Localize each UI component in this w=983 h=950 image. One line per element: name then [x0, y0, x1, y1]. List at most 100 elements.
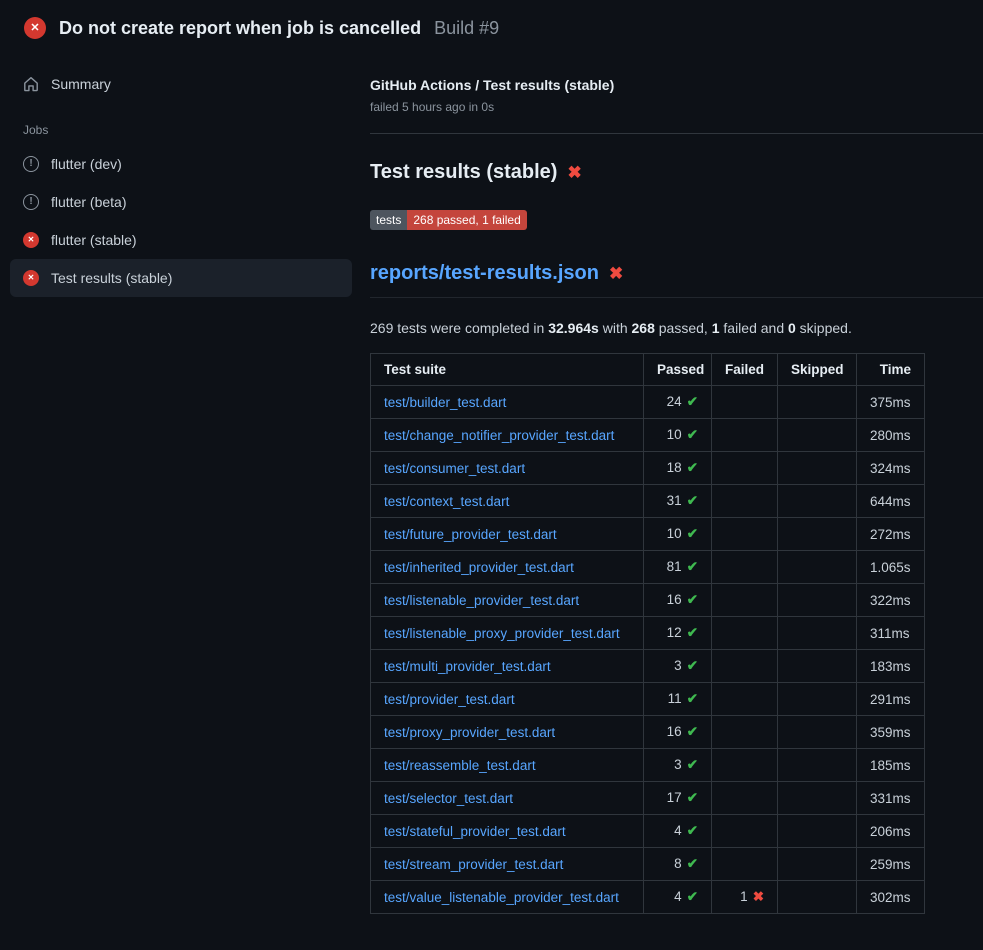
passed-cell: 3✔ — [644, 749, 712, 782]
failed-cell — [712, 485, 778, 518]
passed-cell: 18✔ — [644, 452, 712, 485]
test-suite-link[interactable]: test/multi_provider_test.dart — [384, 659, 551, 674]
skipped-cell — [778, 848, 857, 881]
test-suite-link[interactable]: test/listenable_provider_test.dart — [384, 593, 579, 608]
x-icon: ✖ — [753, 889, 764, 904]
suite-cell: test/listenable_proxy_provider_test.dart — [371, 617, 644, 650]
test-suite-link[interactable]: test/listenable_proxy_provider_test.dart — [384, 626, 620, 641]
results-table-head: Test suitePassedFailedSkippedTime — [371, 354, 925, 386]
table-row: test/multi_provider_test.dart3✔183ms — [371, 650, 925, 683]
table-row: test/change_notifier_provider_test.dart 1… — [371, 419, 925, 452]
main-content: GitHub Actions / Test results (stable) f… — [370, 51, 983, 914]
suite-cell: test/listenable_provider_test.dart — [371, 584, 644, 617]
time-cell: 185ms — [857, 749, 925, 782]
time-cell: 259ms — [857, 848, 925, 881]
x-circle-icon: ✕ — [23, 270, 39, 286]
time-cell: 311ms — [857, 617, 925, 650]
run-failed-status-icon: ✕ — [24, 17, 46, 39]
table-row: test/context_test.dart31✔644ms — [371, 485, 925, 518]
sidebar-job-test-results-stable[interactable]: ✕Test results (stable) — [10, 259, 352, 297]
passed-count: 4 — [674, 823, 682, 838]
sidebar-item-summary[interactable]: Summary — [10, 65, 352, 103]
table-row: test/provider_test.dart11✔291ms — [371, 683, 925, 716]
test-suite-link[interactable]: test/context_test.dart — [384, 494, 509, 509]
table-row: test/future_provider_test.dart10✔272ms — [371, 518, 925, 551]
table-row: test/stateful_provider_test.dart 4 ✔ 206ms — [371, 815, 925, 848]
test-suite-link[interactable]: test/inherited_provider_test.dart — [384, 560, 574, 575]
test-suite-link[interactable]: test/builder_test.dart — [384, 395, 506, 410]
test-suite-link[interactable]: test/stream_provider_test.dart — [384, 857, 563, 872]
test-suite-link[interactable]: test/stateful_provider_test.dart — [384, 824, 566, 839]
time-cell: 1.065s — [857, 551, 925, 584]
report-file-link[interactable]: reports/test-results.json — [370, 262, 599, 285]
skipped-cell — [778, 650, 857, 683]
failed-cell — [712, 815, 778, 848]
passed-cell: 81✔ — [644, 551, 712, 584]
section-title: Test results (stable) — [370, 161, 557, 184]
passed-count: 10 — [667, 427, 682, 442]
tests-badge-value: 268 passed, 1 failed — [407, 210, 526, 230]
check-icon: ✔ — [687, 856, 698, 871]
test-suite-link[interactable]: test/reassemble_test.dart — [384, 758, 536, 773]
passed-cell: 16✔ — [644, 584, 712, 617]
test-suite-link[interactable]: test/value_listenable_provider_test.dart — [384, 890, 619, 905]
tests-badge: tests 268 passed, 1 failed — [370, 210, 527, 230]
suite-cell: test/selector_test.dart — [371, 782, 644, 815]
results-table: Test suitePassedFailedSkippedTime test/b… — [370, 353, 925, 914]
check-icon: ✔ — [687, 493, 698, 508]
check-icon: ✔ — [687, 823, 698, 838]
failed-cell — [712, 749, 778, 782]
sidebar: Summary Jobs ! flutter (dev) !flutter (bet… — [0, 51, 370, 297]
check-icon: ✔ — [687, 757, 698, 772]
passed-count: 8 — [674, 856, 682, 871]
time-cell: 302ms — [857, 881, 925, 914]
job-label: flutter (dev) — [51, 156, 122, 172]
suite-cell: test/stateful_provider_test.dart — [371, 815, 644, 848]
tests-badge-label: tests — [370, 210, 407, 230]
passed-count: 3 — [674, 658, 682, 673]
suite-cell: test/inherited_provider_test.dart — [371, 551, 644, 584]
summary-segment: 269 tests were completed in — [370, 320, 548, 336]
time-cell: 375ms — [857, 386, 925, 419]
sidebar-job-flutter-dev[interactable]: ! flutter (dev) — [10, 145, 352, 183]
test-suite-link[interactable]: test/consumer_test.dart — [384, 461, 525, 476]
table-row: test/builder_test.dart24✔375ms — [371, 386, 925, 419]
skipped-cell — [778, 617, 857, 650]
summary-segment: 1 — [712, 320, 720, 336]
run-title: Do not create report when job is cancell… — [59, 18, 421, 39]
failed-cell — [712, 551, 778, 584]
jobs-section-label: Jobs — [10, 103, 352, 145]
test-suite-link[interactable]: test/future_provider_test.dart — [384, 527, 557, 542]
build-number: Build #9 — [434, 18, 499, 39]
skipped-cell — [778, 881, 857, 914]
test-suite-link[interactable]: test/proxy_provider_test.dart — [384, 725, 555, 740]
time-cell: 206ms — [857, 815, 925, 848]
table-row: test/listenable_proxy_provider_test.dart… — [371, 617, 925, 650]
skipped-cell — [778, 551, 857, 584]
test-suite-link[interactable]: test/change_notifier_provider_test.dart — [384, 428, 614, 443]
failed-x-icon: ✖ — [567, 164, 581, 181]
failed-cell — [712, 386, 778, 419]
sidebar-job-flutter-stable[interactable]: ✕flutter (stable) — [10, 221, 352, 259]
passed-cell: 4✔ — [644, 881, 712, 914]
suite-cell: test/value_listenable_provider_test.dart — [371, 881, 644, 914]
table-row: test/stream_provider_test.dart8✔259ms — [371, 848, 925, 881]
suite-cell: test/stream_provider_test.dart — [371, 848, 644, 881]
alert-circle-icon: ! — [23, 156, 39, 172]
skipped-cell — [778, 518, 857, 551]
test-suite-link[interactable]: test/selector_test.dart — [384, 791, 513, 806]
passed-count: 24 — [667, 394, 682, 409]
skipped-cell — [778, 815, 857, 848]
failed-cell — [712, 452, 778, 485]
check-icon: ✔ — [687, 691, 698, 706]
failed-cell — [712, 683, 778, 716]
time-cell: 280ms — [857, 419, 925, 452]
sidebar-job-flutter-beta[interactable]: !flutter (beta) — [10, 183, 352, 221]
summary-segment: with — [599, 320, 632, 336]
test-suite-link[interactable]: test/provider_test.dart — [384, 692, 515, 707]
column-header: Test suite — [371, 354, 644, 386]
passed-cell: 12✔ — [644, 617, 712, 650]
passed-cell: 17✔ — [644, 782, 712, 815]
skipped-cell — [778, 683, 857, 716]
passed-cell: 8✔ — [644, 848, 712, 881]
